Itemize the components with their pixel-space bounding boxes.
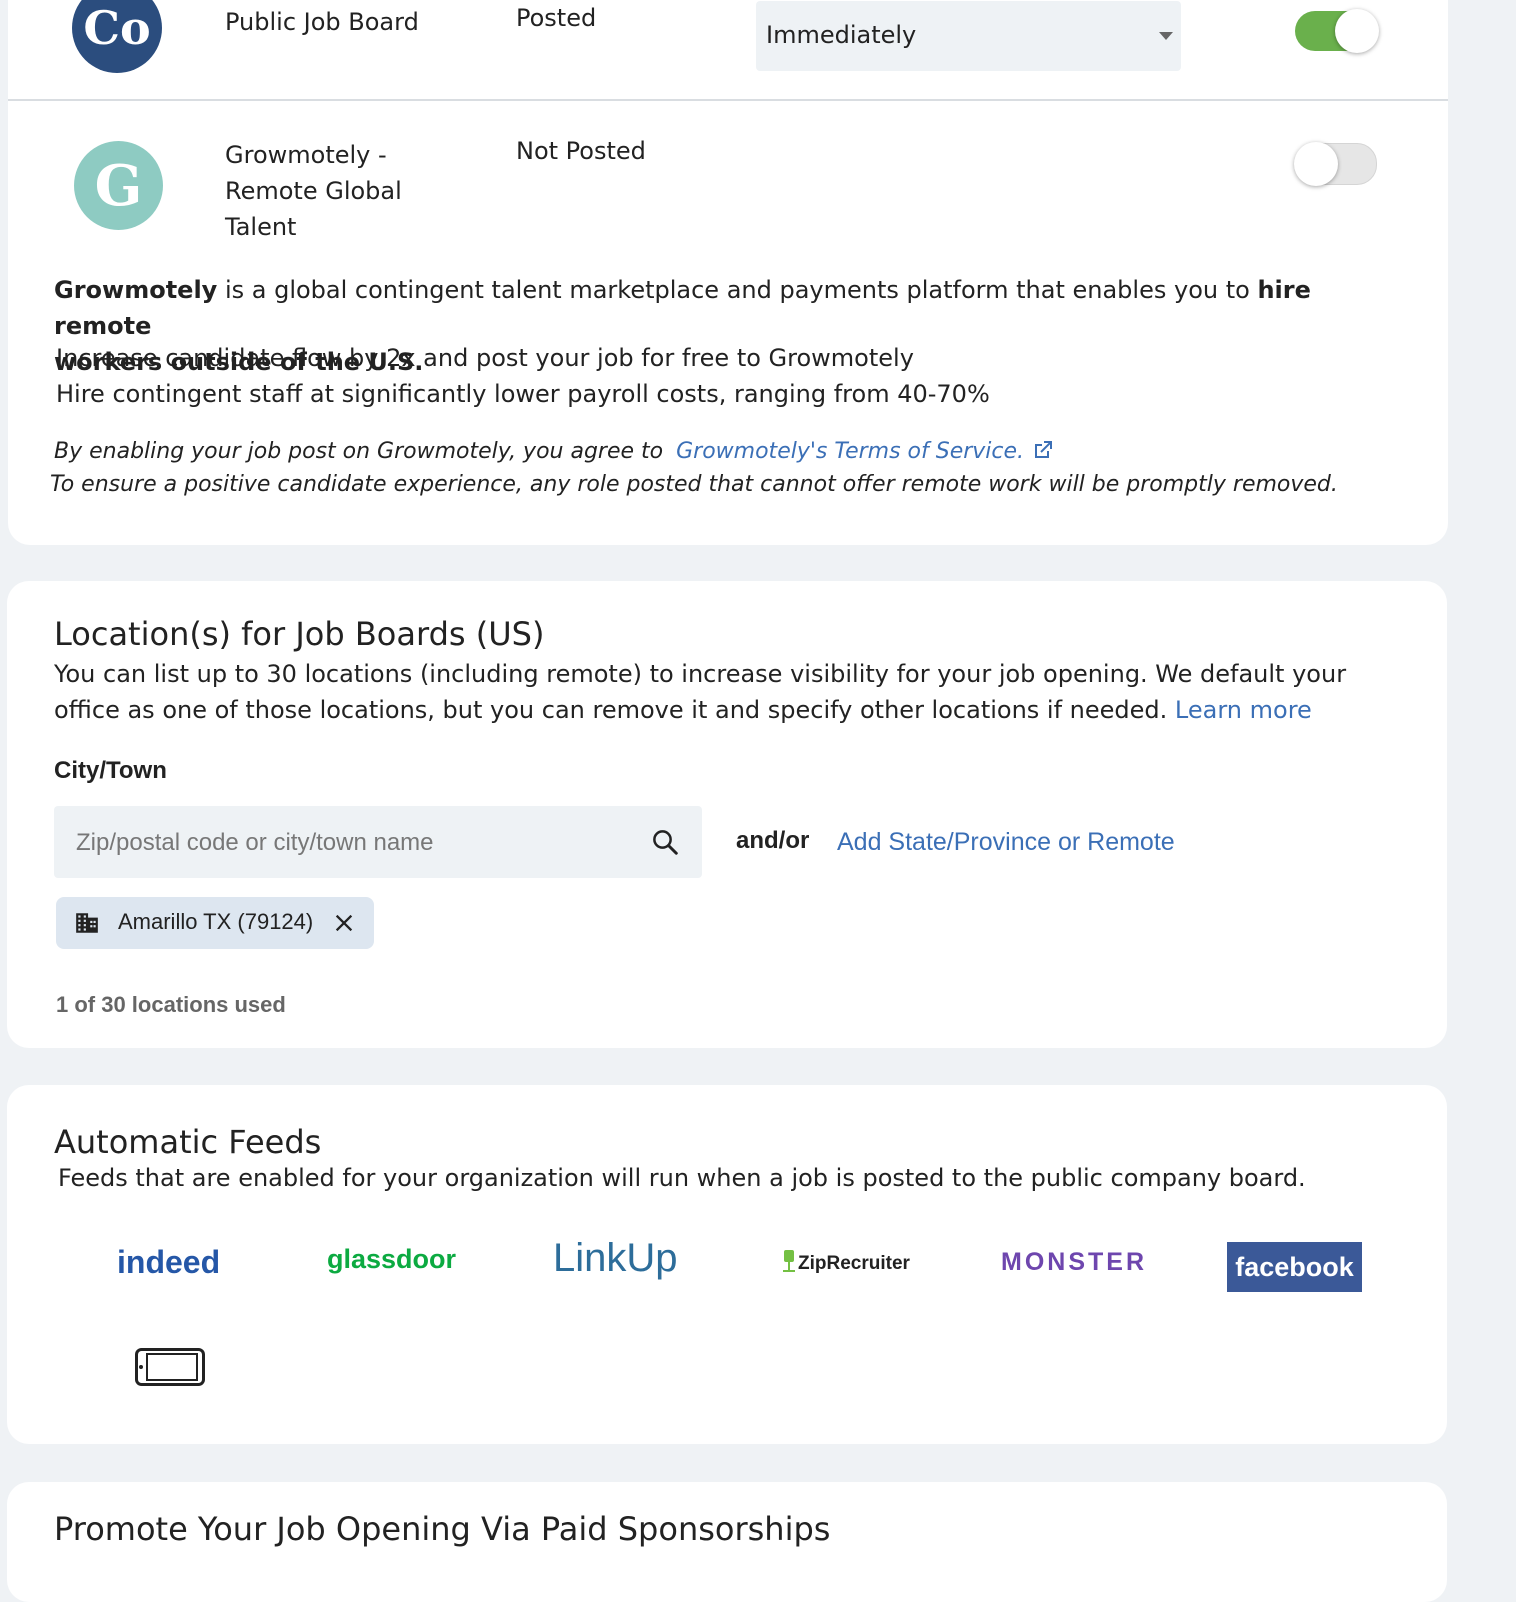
growmotely-board-name: Growmotely - Remote Global Talent <box>225 137 402 245</box>
external-link-icon <box>1035 441 1053 458</box>
growmotely-terms: By enabling your job post on Growmotely,… <box>54 438 1055 464</box>
chevron-down-icon <box>1159 32 1173 40</box>
growmotely-name-line: Remote Global <box>225 177 402 205</box>
locations-desc-line2: office as one of those locations, but yo… <box>54 696 1312 724</box>
location-chip-label: Amarillo TX (79124) <box>118 909 314 934</box>
location-chip: Amarillo TX (79124) <box>56 897 374 949</box>
terms-prefix: By enabling your job post on Growmotely,… <box>54 439 664 464</box>
feeds-title: Automatic Feeds <box>54 1123 322 1161</box>
monster-logo-icon: MONSTER <box>1001 1248 1147 1276</box>
building-icon <box>76 913 98 933</box>
city-search-field[interactable] <box>54 806 702 878</box>
public-job-board-status: Posted <box>516 4 597 32</box>
search-icon[interactable] <box>650 827 680 857</box>
locations-description: You can list up to 30 locations (includi… <box>54 656 1354 728</box>
growmotely-name-line: Growmotely - <box>225 141 387 169</box>
post-schedule-value: Immediately <box>766 21 917 49</box>
add-state-link[interactable]: Add State/Province or Remote <box>837 828 1175 857</box>
and-or-label: and/or <box>736 827 810 854</box>
growmotely-brand: Growmotely <box>54 276 218 304</box>
close-icon[interactable] <box>333 912 355 934</box>
mobile-phone-icon <box>135 1348 205 1386</box>
post-schedule-select[interactable]: Immediately <box>756 1 1181 71</box>
learn-more-link[interactable]: Learn more <box>1175 696 1312 724</box>
public-job-board-toggle[interactable] <box>1295 9 1379 53</box>
terms-of-service-link[interactable]: Growmotely's Terms of Service. <box>676 439 1055 464</box>
locations-title: Location(s) for Job Boards (US) <box>54 615 545 653</box>
toggle-knob <box>1294 142 1338 186</box>
feeds-description: Feeds that are enabled for your organiza… <box>58 1164 1306 1192</box>
growmotely-benefit-2: Hire contingent staff at significantly l… <box>56 380 990 408</box>
growmotely-name-line: Talent <box>225 213 297 241</box>
growmotely-status: Not Posted <box>516 137 646 165</box>
city-search-input[interactable] <box>74 820 638 866</box>
row-divider <box>8 99 1448 101</box>
public-job-board-name: Public Job Board <box>225 8 419 36</box>
growmotely-desc-text: is a global contingent talent marketplac… <box>217 276 1258 304</box>
ziprecruiter-logo-icon: ZipRecruiter <box>780 1248 910 1276</box>
glassdoor-logo-icon: glassdoor <box>327 1244 457 1274</box>
indeed-logo-icon: indeed <box>117 1244 221 1280</box>
growmotely-benefit-1: Increase candidate flow by 2x and post y… <box>56 344 914 372</box>
growmotely-toggle[interactable] <box>1294 142 1377 186</box>
city-town-label: City/Town <box>54 757 167 784</box>
growmotely-logo-icon: G <box>74 141 163 230</box>
promote-title: Promote Your Job Opening Via Paid Sponso… <box>54 1510 831 1548</box>
locations-usage: 1 of 30 locations used <box>56 992 286 1017</box>
toggle-knob <box>1335 9 1379 53</box>
linkup-logo-icon: LinkUp <box>553 1236 678 1280</box>
chair-icon <box>783 1250 795 1272</box>
growmotely-remote-note: To ensure a positive candidate experienc… <box>50 472 1338 497</box>
facebook-logo-icon: facebook <box>1227 1242 1362 1292</box>
locations-desc-line1: You can list up to 30 locations (includi… <box>54 660 1347 688</box>
